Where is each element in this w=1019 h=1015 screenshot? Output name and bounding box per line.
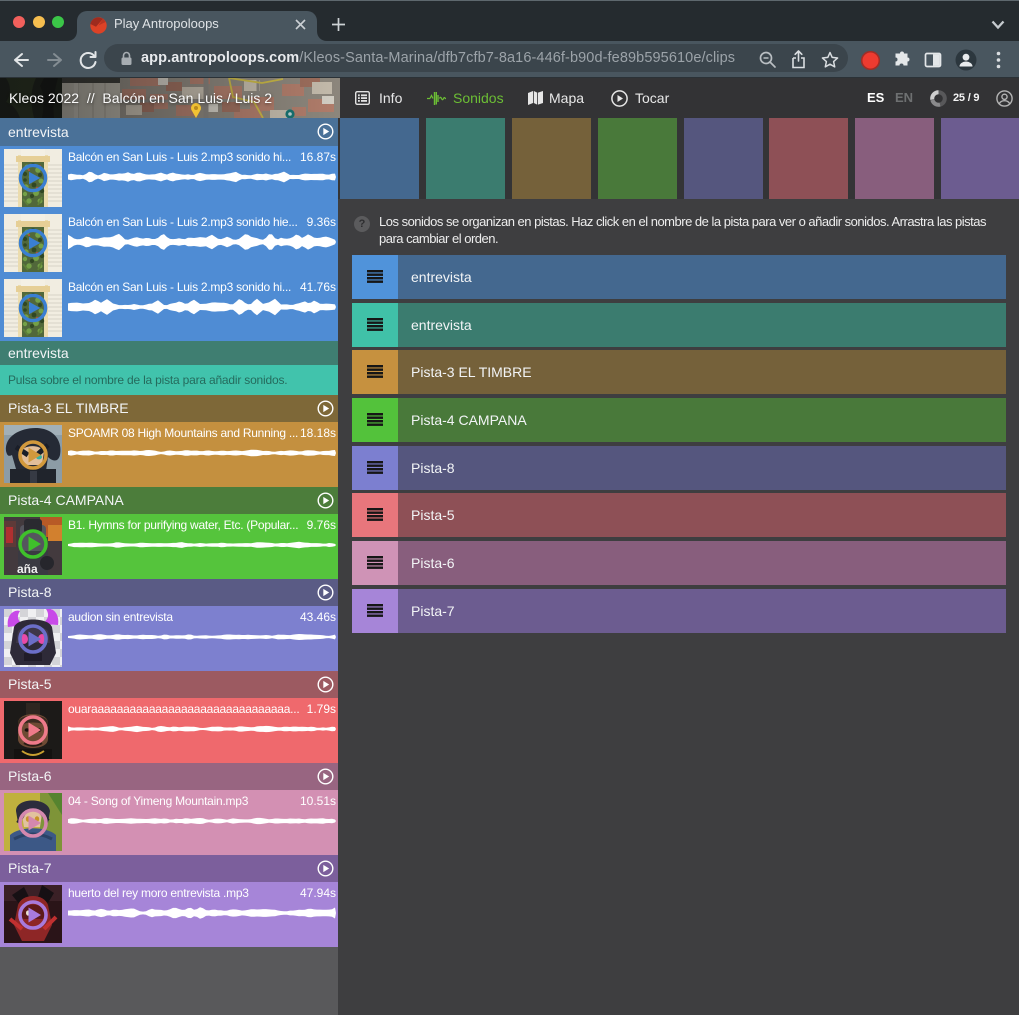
svg-text:aña: aña xyxy=(17,562,38,575)
